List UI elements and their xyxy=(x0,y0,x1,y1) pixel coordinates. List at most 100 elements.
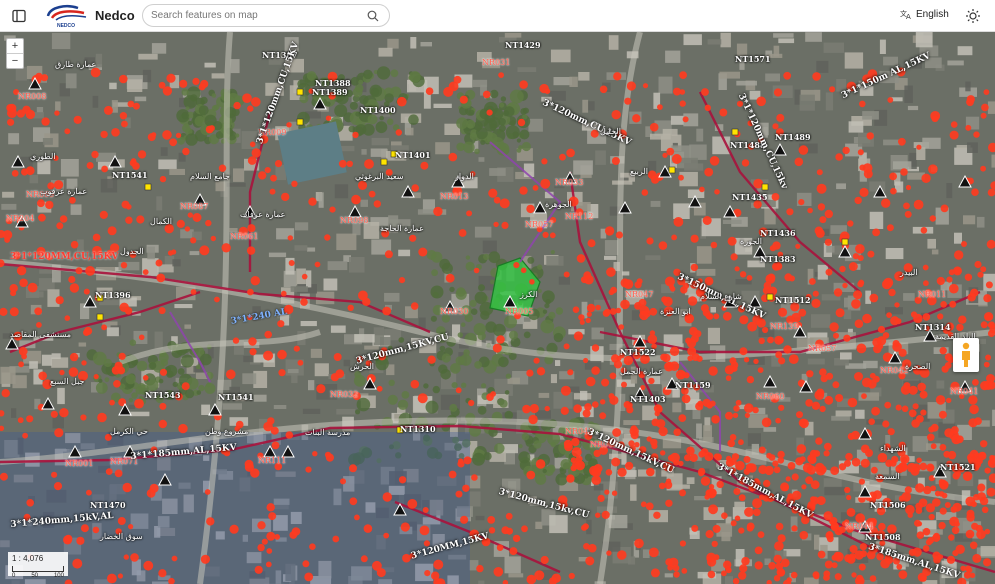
nedco-logo: NEDCO xyxy=(42,3,90,29)
place-label: البيدر xyxy=(900,268,918,277)
cable-label: 3*1*185mm,AL,15KV xyxy=(130,442,238,462)
place-label: الجوهرة xyxy=(545,200,572,209)
transformer-label: NT1541 xyxy=(112,170,148,180)
network-label: NR044 xyxy=(845,522,874,531)
network-label: NR060 xyxy=(756,392,785,401)
network-label: NR001 xyxy=(65,459,94,468)
sidebar-toggle-button[interactable] xyxy=(8,5,30,27)
place-label: مدرسة البنات xyxy=(305,428,351,437)
transformer-label: NT1543 xyxy=(145,390,181,400)
place-label: ابو العنزة xyxy=(660,307,691,316)
place-label: حي الكرمل xyxy=(110,427,148,436)
place-label: عمارة عرقوب xyxy=(40,187,88,196)
place-label: عمارة الجمل xyxy=(620,367,663,376)
place-label: سوق الخضار xyxy=(100,532,143,541)
network-label: NR041 xyxy=(950,387,979,396)
network-label: NR008 xyxy=(18,92,47,101)
scale-tick: 0 xyxy=(12,573,16,579)
place-label: جامع السلام xyxy=(190,172,230,181)
cable-label: 3*1*150m AL,15KV xyxy=(840,50,933,102)
transformer-label: NT1508 xyxy=(865,532,901,542)
top-bar: NEDCO Nedco 文 A English xyxy=(0,0,995,32)
zoom-control: + − xyxy=(6,38,24,69)
search-icon[interactable] xyxy=(367,10,379,22)
zoom-out-button[interactable]: − xyxy=(7,53,23,68)
scale-tick: 100 xyxy=(53,573,64,579)
theme-toggle-button[interactable] xyxy=(965,8,981,24)
place-label: السمعة xyxy=(875,472,900,481)
search-input[interactable] xyxy=(151,8,361,23)
cable-label: 3*120mm,CU,15KV xyxy=(540,98,633,148)
place-label: الجدول xyxy=(120,247,144,256)
transformer-label: NT1400 xyxy=(360,105,396,115)
place-label: عمارة طارق xyxy=(55,60,97,69)
transformer-label: NT1310 xyxy=(400,424,436,434)
network-label: NR011 xyxy=(918,290,947,299)
scale-ratio: 1 : 4,076 xyxy=(12,554,44,563)
place-label: عمارة الحاجة xyxy=(380,224,424,233)
place-label: الخليل xyxy=(600,127,621,136)
transformer-label: NT1389 xyxy=(312,87,348,97)
place-label: مستشفى المقاصد xyxy=(10,330,71,339)
network-label: NR112 xyxy=(565,212,594,221)
place-label: جبل السبع xyxy=(50,377,85,386)
place-label: الحرش xyxy=(350,362,375,371)
place-label: عمارة عرفات xyxy=(240,210,286,219)
transformer-label: NT1521 xyxy=(940,462,976,472)
scale-bar: 1 : 4,076 0 50 100 xyxy=(8,552,68,579)
language-selector[interactable]: 文 A English xyxy=(900,8,949,21)
network-label: NR139 xyxy=(770,322,799,331)
map-canvas[interactable]: NT1387 NT1388 NT1389 NT1400 NT1401 NT1429 NT15… xyxy=(0,32,995,584)
place-label: الجورة xyxy=(740,237,763,246)
search-box[interactable] xyxy=(142,4,390,27)
language-label: English xyxy=(916,8,949,20)
cable-label: 3*120mm,15kV,CU xyxy=(585,427,676,476)
svg-text:NEDCO: NEDCO xyxy=(57,23,75,29)
svg-text:A: A xyxy=(906,13,911,20)
place-label: الصحرة xyxy=(905,362,931,371)
cable-label: 3*1*240mm,15kV,AL xyxy=(10,510,115,530)
cable-label: 3*120MM,15KV xyxy=(410,531,491,562)
cable-label: 3*1*120MM,CU,15KV xyxy=(10,252,119,262)
cable-label: 3*1*240 AL xyxy=(230,307,289,327)
map-labels-layer: NT1387 NT1388 NT1389 NT1400 NT1401 NT1429 NT15… xyxy=(0,32,995,584)
network-label: NR057 xyxy=(808,344,837,353)
transformer-label: NT1403 xyxy=(630,394,666,404)
network-label: NR087 xyxy=(180,202,209,211)
transformer-label: NT1506 xyxy=(870,500,906,510)
network-label: NR204 xyxy=(6,214,35,223)
transformer-label: NT1429 xyxy=(505,40,541,50)
transformer-label: NT1522 xyxy=(620,347,656,357)
street-view-button[interactable] xyxy=(953,338,979,372)
network-label: NR031 xyxy=(482,58,511,67)
transformer-label: NT1470 xyxy=(90,500,126,510)
network-label: NR033 xyxy=(555,178,584,187)
place-label: الدوار xyxy=(455,172,474,181)
place-label: الشهداء xyxy=(880,444,906,453)
network-label: NR111 xyxy=(258,456,287,465)
network-label: NR030 xyxy=(440,307,469,316)
zoom-in-button[interactable]: + xyxy=(7,39,23,53)
scale-tick: 50 xyxy=(31,573,38,579)
transformer-label: NT1541 xyxy=(218,392,254,402)
transformer-label: NT1512 xyxy=(775,295,811,305)
transformer-label: NT1436 xyxy=(760,228,796,238)
transformer-label: NT1571 xyxy=(735,54,771,64)
app-title: Nedco xyxy=(95,8,135,23)
place-label: شارع السلام xyxy=(700,292,742,301)
network-label: NR032 xyxy=(330,390,359,399)
transformer-label: NT1435 xyxy=(732,192,768,202)
network-label: NR061 xyxy=(230,232,259,241)
place-label: الكمال xyxy=(150,217,172,226)
cable-label: 3*185mm,AL,15KV xyxy=(866,542,962,582)
sidebar-icon xyxy=(12,9,26,23)
network-label: NR005 xyxy=(505,307,534,316)
transformer-label: NT1489 xyxy=(775,132,811,142)
place-label: الكرز xyxy=(520,290,538,299)
network-label: NR057 xyxy=(525,220,554,229)
network-label: NR013 xyxy=(440,192,469,201)
sun-icon xyxy=(966,9,980,23)
transformer-label: NT1401 xyxy=(395,150,431,160)
place-label: الربيع xyxy=(630,167,648,176)
cable-label: 3*1*185mm,AL,15KV xyxy=(715,462,815,521)
